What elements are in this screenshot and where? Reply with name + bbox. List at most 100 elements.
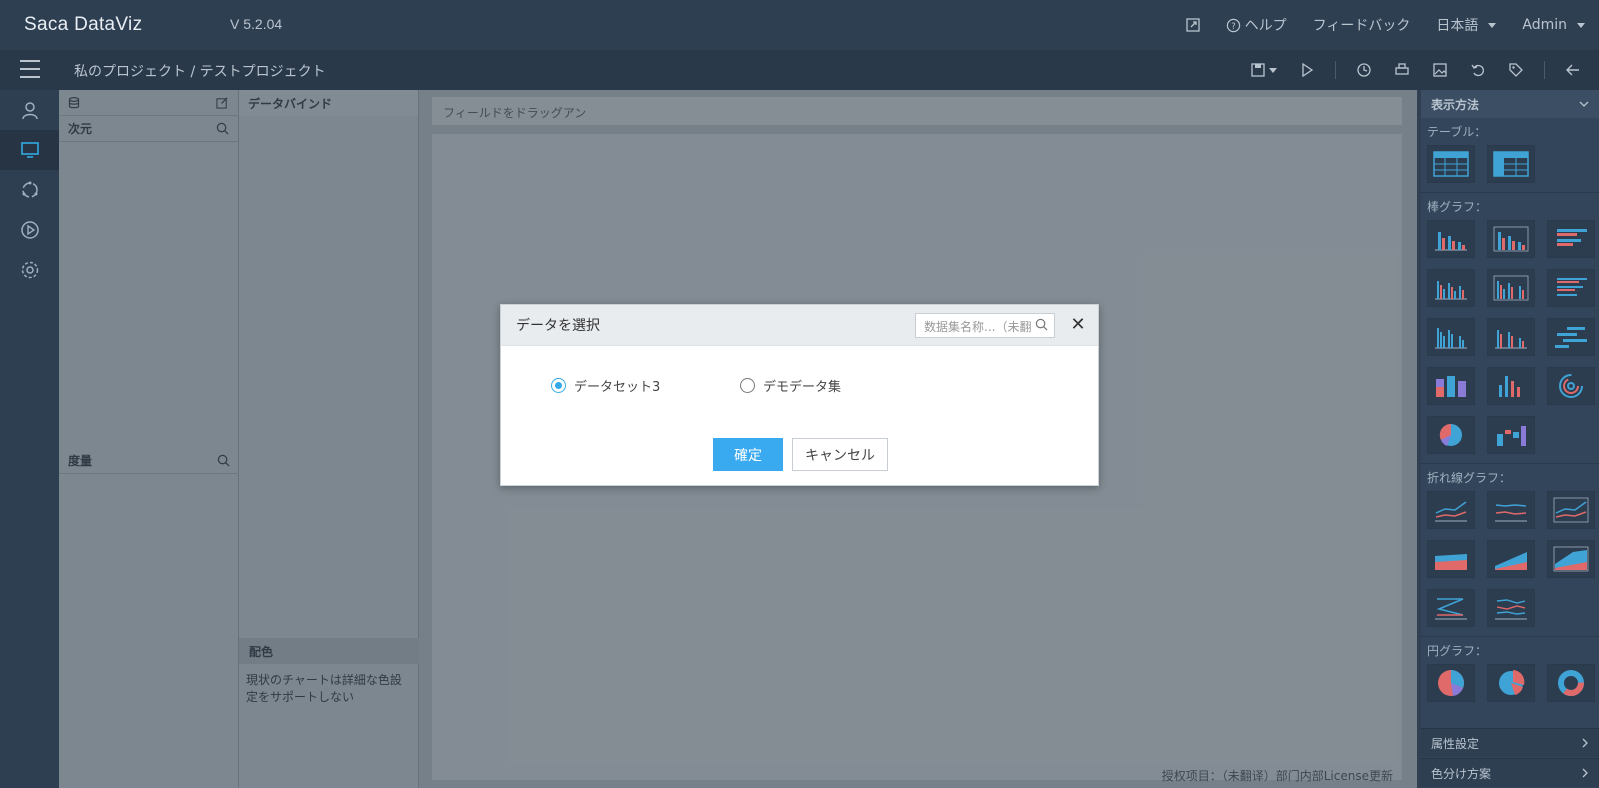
nav-user[interactable] [0,90,59,130]
dataset-option-2[interactable]: デモデータ集 [740,376,841,395]
toolbar-divider [1544,61,1545,79]
stacked-area-option[interactable] [1487,540,1535,578]
table-section: テーブル： [1421,118,1599,183]
horizontal-bar-option[interactable] [1547,220,1595,258]
nav-data[interactable] [0,170,59,210]
app-logo[interactable]: Saca DataViz [24,14,142,36]
search-placeholder: 数据集名称...（未翻 [924,320,1032,334]
pie-section-label: 円グラフ： [1427,644,1488,658]
cancel-button[interactable]: キャンセル [792,438,888,471]
column-chart-icon [1499,376,1520,397]
3d-bar-icon [1436,376,1466,397]
table-chart-option[interactable] [1427,145,1475,183]
line-chart-option[interactable] [1427,491,1475,529]
line-chart-icon [1495,504,1527,522]
feedback-link[interactable]: フィードバック [1313,15,1411,35]
help-icon: ? [1226,18,1240,32]
print-icon [1395,63,1409,75]
chevron-right-icon [1582,738,1588,748]
language-label: 日本語 [1436,18,1479,34]
user-menu[interactable]: Admin [1522,17,1585,33]
polar-bar-option[interactable] [1427,416,1475,454]
dataset-option-1[interactable]: データセット3 [551,376,660,395]
breadcrumb[interactable]: 私のプロジェクト / テストプロジェクト [74,61,326,81]
dataset-search-input[interactable]: 数据集名称...（未翻 [915,313,1055,338]
radio-checked-icon[interactable] [551,378,566,393]
step-line-option[interactable] [1427,589,1475,627]
save-button[interactable] [1249,60,1279,80]
play-circle-icon [20,221,39,239]
nav-settings[interactable] [0,250,59,290]
area-chart-icon [1495,552,1527,570]
user-label: Admin [1522,17,1567,33]
chevron-down-icon [1269,67,1277,73]
nav-dashboard[interactable] [0,130,59,170]
display-method-header[interactable]: 表示方法 [1421,90,1599,118]
external-link-icon [1185,18,1200,32]
menu-icon[interactable] [20,60,40,78]
dataset-option-label: デモデータ集 [763,380,842,395]
horizontal-bar-icon [1557,229,1587,246]
nav-play[interactable] [0,210,59,250]
chart-type-sidebar: 表示方法 テーブル： 棒グラフ： 折れ線グラフ： 円グラフ： 属性設定 色分け方… [1421,90,1599,788]
display-method-title: 表示方法 [1431,97,1480,112]
stacked-bar-option[interactable] [1427,318,1475,356]
line-chart-icon [1553,497,1589,523]
step-line-icon [1435,598,1467,620]
search-icon [1035,318,1048,331]
help-link[interactable]: ? ヘルプ [1226,15,1287,35]
bar-section: 棒グラフ： [1421,192,1599,454]
stacked-bar-icon [1435,328,1467,349]
history-button[interactable] [1354,60,1374,80]
area-chart-grid-option[interactable] [1547,540,1595,578]
tag-button[interactable] [1506,60,1526,80]
image-export-button[interactable] [1430,60,1450,80]
svg-text:?: ? [1231,20,1235,30]
confirm-button[interactable]: 確定 [713,438,783,471]
external-link-button[interactable] [1185,18,1200,32]
pie-chart-icon [1438,670,1464,696]
column-chart-option[interactable] [1487,367,1535,405]
attribute-settings-label: 属性設定 [1431,736,1480,751]
multi-bar-icon [1435,281,1467,300]
bar-chart-icon [1435,232,1467,251]
polar-bar-icon [1439,423,1462,446]
undo-button[interactable] [1468,60,1488,80]
bar-chart-grid-option[interactable] [1487,220,1535,258]
attribute-settings-toggle[interactable]: 属性設定 [1421,728,1599,757]
back-button[interactable] [1563,60,1583,80]
area-chart-option[interactable] [1427,540,1475,578]
toolbar-divider [1335,61,1336,79]
print-button[interactable] [1392,60,1412,80]
horizontal-multi-bar-option[interactable] [1547,269,1595,307]
line-section-label: 折れ線グラフ： [1427,471,1512,485]
run-button[interactable] [1297,60,1317,80]
radial-bar-option[interactable] [1547,367,1595,405]
language-dropdown[interactable]: 日本語 [1436,15,1497,35]
select-data-dialog: データを選択 数据集名称...（未翻 ✕ データセット3 デモデータ集 確定 キ… [500,304,1099,486]
waterfall-option[interactable] [1487,416,1535,454]
color-scheme-toggle[interactable]: 色分け方案 [1421,758,1599,787]
gantt-option[interactable] [1547,318,1595,356]
chevron-down-icon [1579,101,1589,107]
stacked-bar-color-option[interactable] [1487,318,1535,356]
chevron-down-icon [1488,22,1497,28]
multi-bar-option[interactable] [1427,269,1475,307]
history-icon [1357,63,1371,77]
radio-unchecked-icon[interactable] [740,378,755,393]
3d-bar-option[interactable] [1427,367,1475,405]
multi-line-option[interactable] [1487,589,1535,627]
bar-chart-option[interactable] [1427,220,1475,258]
exploded-pie-option[interactable] [1487,664,1535,702]
pie-chart-option[interactable] [1427,664,1475,702]
radial-bar-icon [1559,374,1583,398]
line-chart-grid-option[interactable] [1547,491,1595,529]
chevron-right-icon [1582,768,1588,778]
multi-bar-grid-option[interactable] [1487,269,1535,307]
line-chart-points-option[interactable] [1487,491,1535,529]
pivot-table-option[interactable] [1487,145,1535,183]
pie-grid [1427,664,1599,702]
close-icon[interactable]: ✕ [1069,316,1087,334]
line-section: 折れ線グラフ： [1421,463,1599,627]
donut-chart-option[interactable] [1547,664,1595,702]
